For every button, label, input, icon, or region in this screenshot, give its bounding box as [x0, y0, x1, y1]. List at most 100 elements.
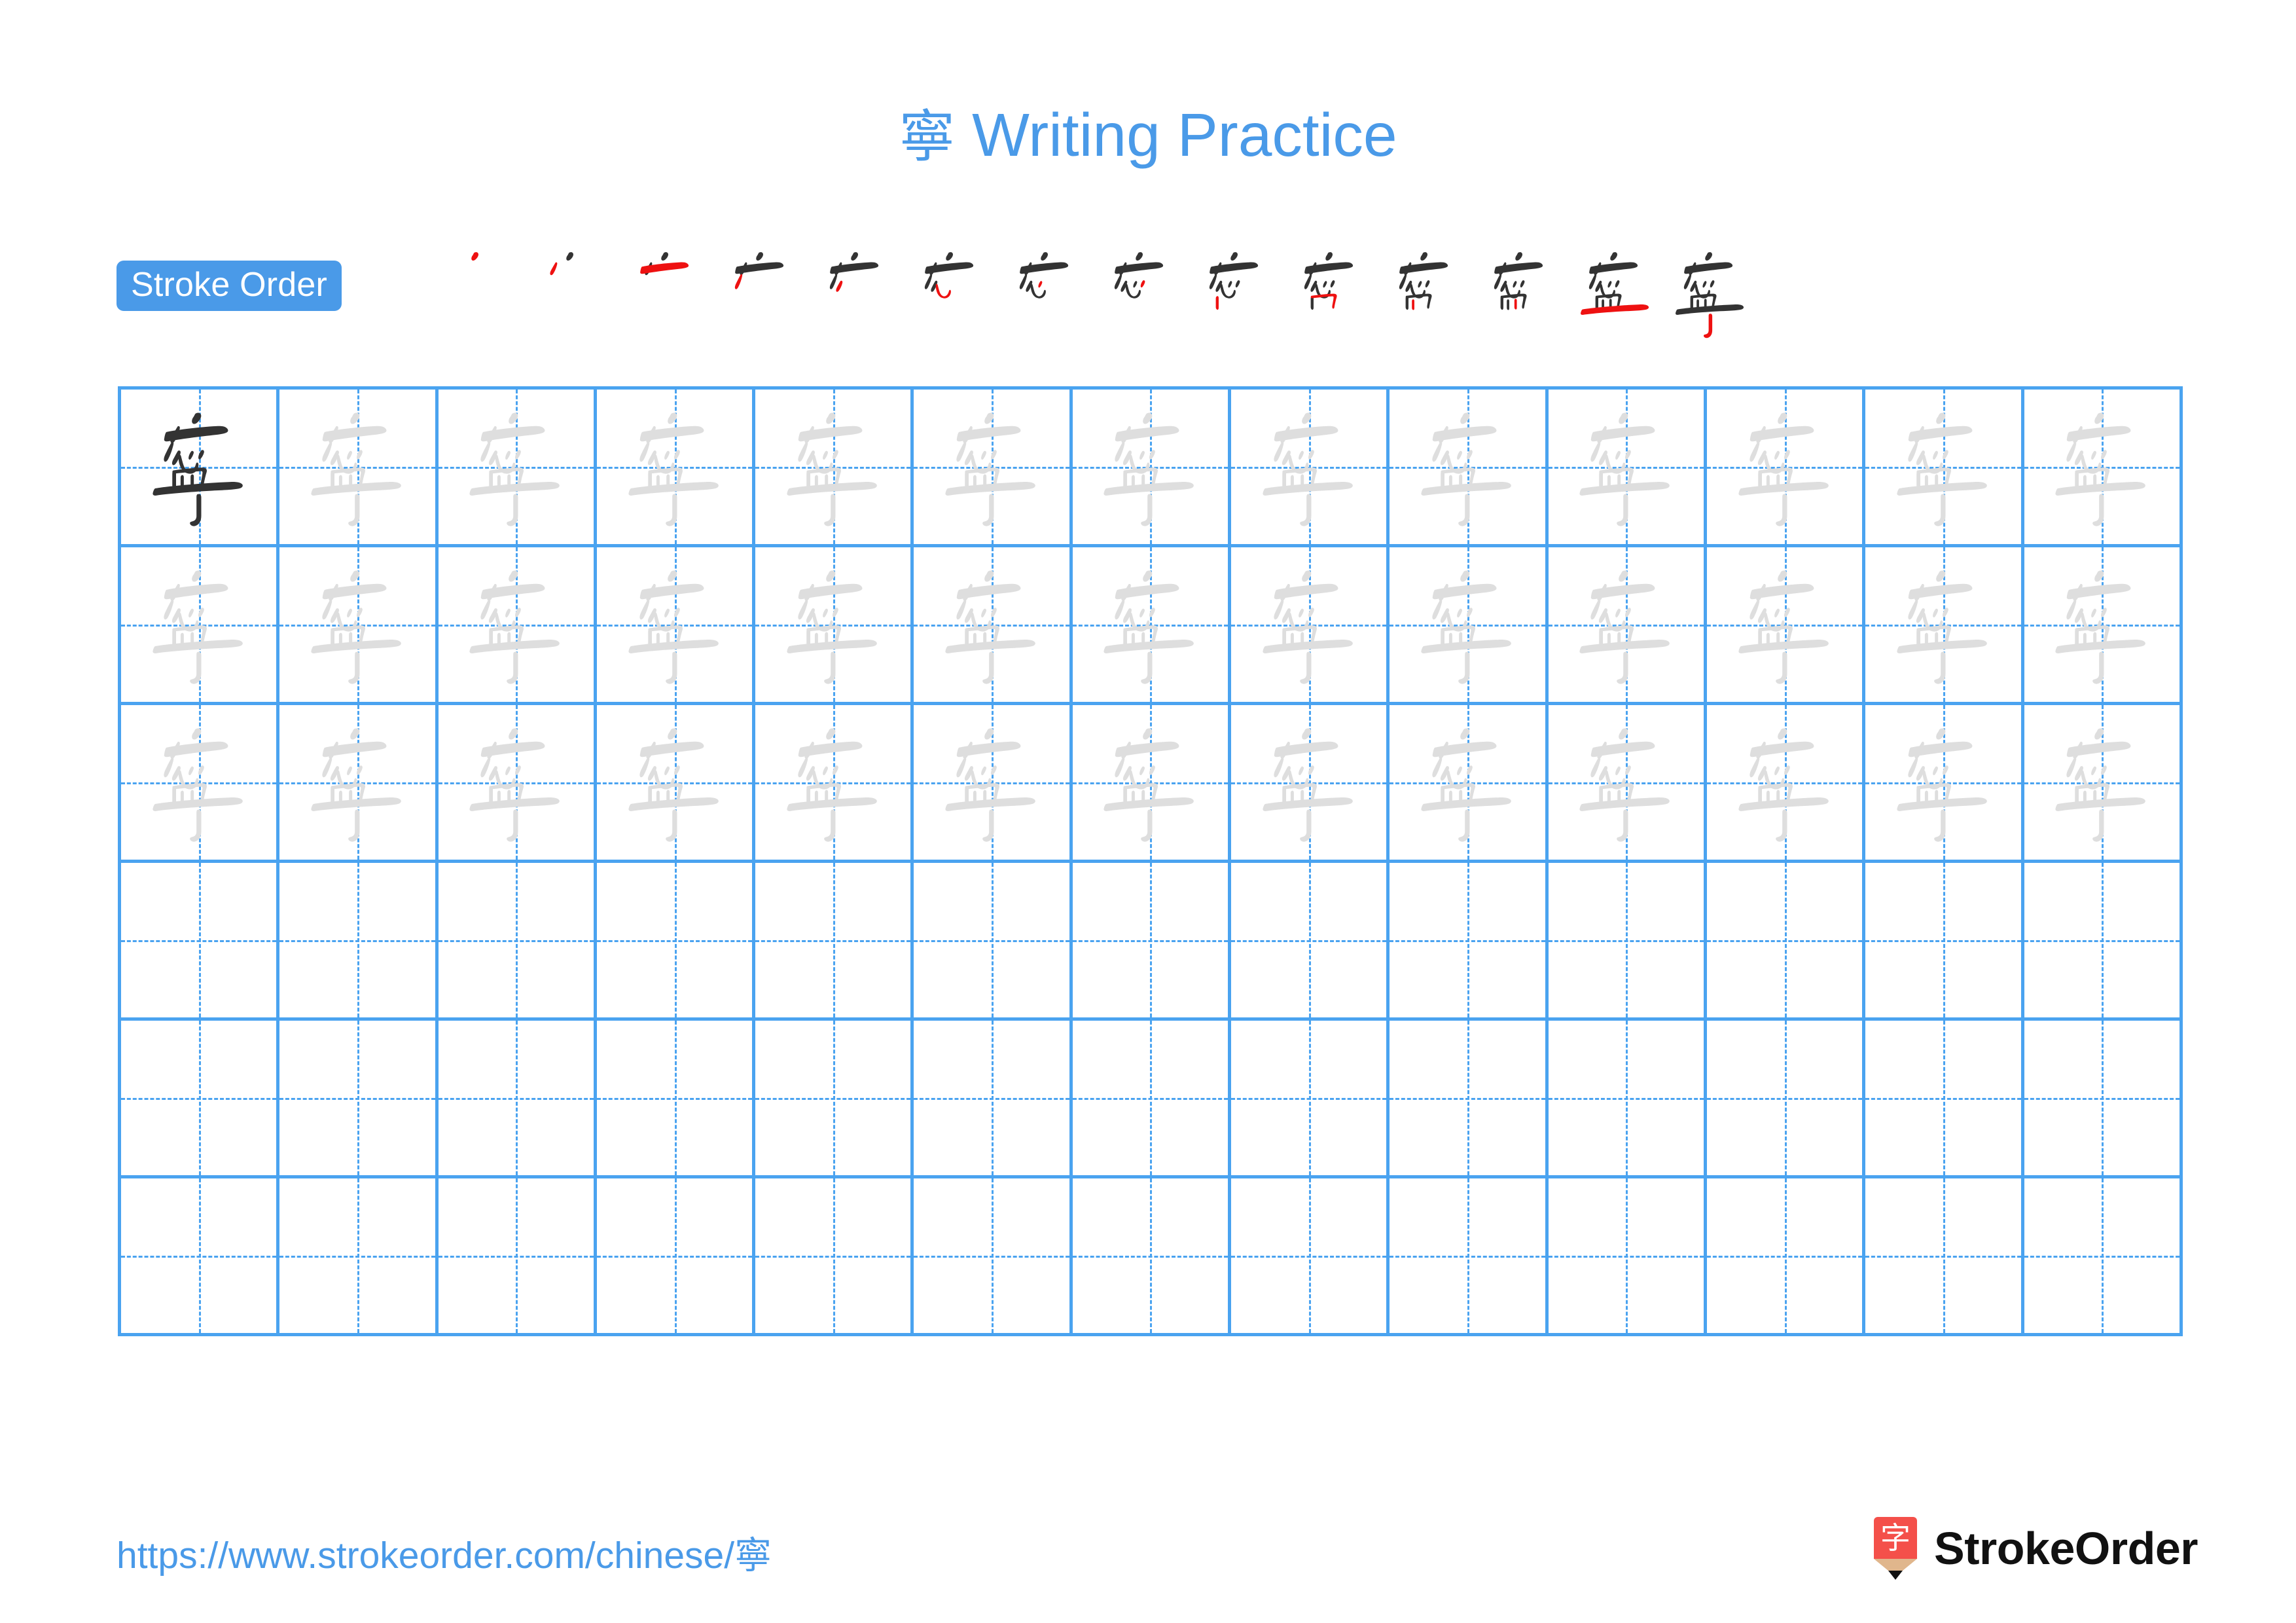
practice-cell-trace[interactable] [1706, 547, 1866, 702]
practice-grid-row [121, 547, 2183, 705]
practice-cell-empty[interactable] [2024, 863, 2183, 1017]
practice-cell-trace[interactable] [2024, 547, 2183, 702]
practice-cell-empty[interactable] [1865, 1021, 2024, 1175]
practice-cell-trace[interactable] [1072, 390, 1232, 544]
practice-cell-empty[interactable] [1390, 1178, 1549, 1333]
practice-cell-empty[interactable] [755, 1021, 914, 1175]
trace-character [1390, 547, 1545, 702]
practice-cell-trace[interactable] [1548, 547, 1707, 702]
stroke-step-12 [1473, 241, 1568, 346]
practice-cell-trace[interactable] [1706, 390, 1866, 544]
practice-grid [118, 386, 2183, 1336]
practice-cell-empty[interactable] [438, 1021, 597, 1175]
trace-character [121, 705, 276, 860]
practice-cell-empty[interactable] [596, 1021, 756, 1175]
practice-cell-trace[interactable] [596, 547, 756, 702]
practice-cell-empty[interactable] [914, 1021, 1073, 1175]
trace-character [1073, 705, 1228, 860]
practice-cell-trace[interactable] [1548, 390, 1707, 544]
practice-cell-trace[interactable] [438, 547, 597, 702]
footer-url-character: 寧 [734, 1534, 772, 1577]
practice-cell-empty[interactable] [1231, 1021, 1390, 1175]
practice-cell-empty[interactable] [279, 863, 439, 1017]
practice-cell-trace[interactable] [914, 390, 1073, 544]
practice-cell-empty[interactable] [121, 1021, 280, 1175]
practice-cell-trace[interactable] [1231, 390, 1390, 544]
practice-cell-empty[interactable] [121, 863, 280, 1017]
trace-character [1549, 390, 1704, 544]
practice-cell-empty[interactable] [1390, 1021, 1549, 1175]
trace-character [755, 547, 910, 702]
practice-cell-trace[interactable] [596, 705, 756, 860]
practice-cell-trace[interactable] [1390, 705, 1549, 860]
practice-cell-trace[interactable] [1231, 705, 1390, 860]
practice-cell-trace[interactable] [2024, 705, 2183, 860]
practice-cell-empty[interactable] [1548, 1021, 1707, 1175]
trace-character [1231, 705, 1386, 860]
practice-cell-trace[interactable] [1706, 705, 1866, 860]
practice-cell-trace[interactable] [1390, 547, 1549, 702]
practice-cell-trace[interactable] [438, 705, 597, 860]
practice-grid-row [121, 390, 2183, 547]
practice-cell-empty[interactable] [1548, 1178, 1707, 1333]
practice-cell-empty[interactable] [1072, 863, 1232, 1017]
practice-cell-trace[interactable] [1865, 390, 2024, 544]
practice-cell-trace[interactable] [1865, 705, 2024, 860]
trace-character [1865, 547, 2020, 702]
practice-cell-empty[interactable] [279, 1178, 439, 1333]
practice-cell-empty[interactable] [1706, 863, 1866, 1017]
practice-cell-trace[interactable] [438, 390, 597, 544]
practice-cell-trace[interactable] [1390, 390, 1549, 544]
trace-character [279, 390, 435, 544]
practice-cell-empty[interactable] [1390, 863, 1549, 1017]
stroke-step-13 [1568, 241, 1663, 346]
trace-character [914, 390, 1069, 544]
practice-cell-empty[interactable] [914, 863, 1073, 1017]
practice-cell-empty[interactable] [914, 1178, 1073, 1333]
trace-character [1707, 705, 1862, 860]
practice-cell-empty[interactable] [596, 1178, 756, 1333]
practice-cell-empty[interactable] [2024, 1178, 2183, 1333]
footer-url-prefix: https://www.strokeorder.com/chinese/ [117, 1535, 735, 1577]
brand-logo[interactable]: 字 StrokeOrder [1871, 1512, 2198, 1584]
practice-cell-empty[interactable] [1865, 1178, 2024, 1333]
practice-cell-trace[interactable] [279, 390, 439, 544]
practice-cell-empty[interactable] [121, 1178, 280, 1333]
practice-cell-empty[interactable] [1548, 863, 1707, 1017]
practice-cell-empty[interactable] [1706, 1021, 1866, 1175]
practice-cell-empty[interactable] [438, 863, 597, 1017]
practice-cell-trace[interactable] [121, 547, 280, 702]
practice-cell-empty[interactable] [438, 1178, 597, 1333]
practice-cell-empty[interactable] [2024, 1021, 2183, 1175]
practice-cell-trace[interactable] [755, 547, 914, 702]
practice-cell-trace[interactable] [1072, 547, 1232, 702]
practice-cell-trace[interactable] [2024, 390, 2183, 544]
footer-url[interactable]: https://www.strokeorder.com/chinese/寧 [117, 1525, 772, 1579]
practice-cell-empty[interactable] [279, 1021, 439, 1175]
trace-character [1073, 547, 1228, 702]
practice-cell-trace[interactable] [1072, 705, 1232, 860]
practice-cell-trace[interactable] [914, 547, 1073, 702]
practice-cell-empty[interactable] [1706, 1178, 1866, 1333]
practice-cell-trace[interactable] [596, 390, 756, 544]
practice-cell-trace[interactable] [279, 547, 439, 702]
practice-cell-empty[interactable] [1865, 863, 2024, 1017]
practice-cell-empty[interactable] [596, 863, 756, 1017]
practice-cell-empty[interactable] [755, 863, 914, 1017]
stroke-step-3 [619, 241, 714, 346]
practice-cell-empty[interactable] [1072, 1021, 1232, 1175]
practice-cell-trace[interactable] [755, 705, 914, 860]
practice-cell-trace[interactable] [1231, 547, 1390, 702]
practice-cell-empty[interactable] [1231, 863, 1390, 1017]
practice-cell-empty[interactable] [1072, 1178, 1232, 1333]
practice-cell-trace[interactable] [914, 705, 1073, 860]
practice-cell-trace[interactable] [279, 705, 439, 860]
practice-cell-trace[interactable] [755, 390, 914, 544]
practice-cell-trace[interactable] [121, 705, 280, 860]
practice-cell-trace[interactable] [1548, 705, 1707, 860]
practice-cell-model[interactable] [121, 390, 280, 544]
practice-cell-trace[interactable] [1865, 547, 2024, 702]
practice-cell-empty[interactable] [1231, 1178, 1390, 1333]
trace-character [279, 705, 435, 860]
practice-cell-empty[interactable] [755, 1178, 914, 1333]
